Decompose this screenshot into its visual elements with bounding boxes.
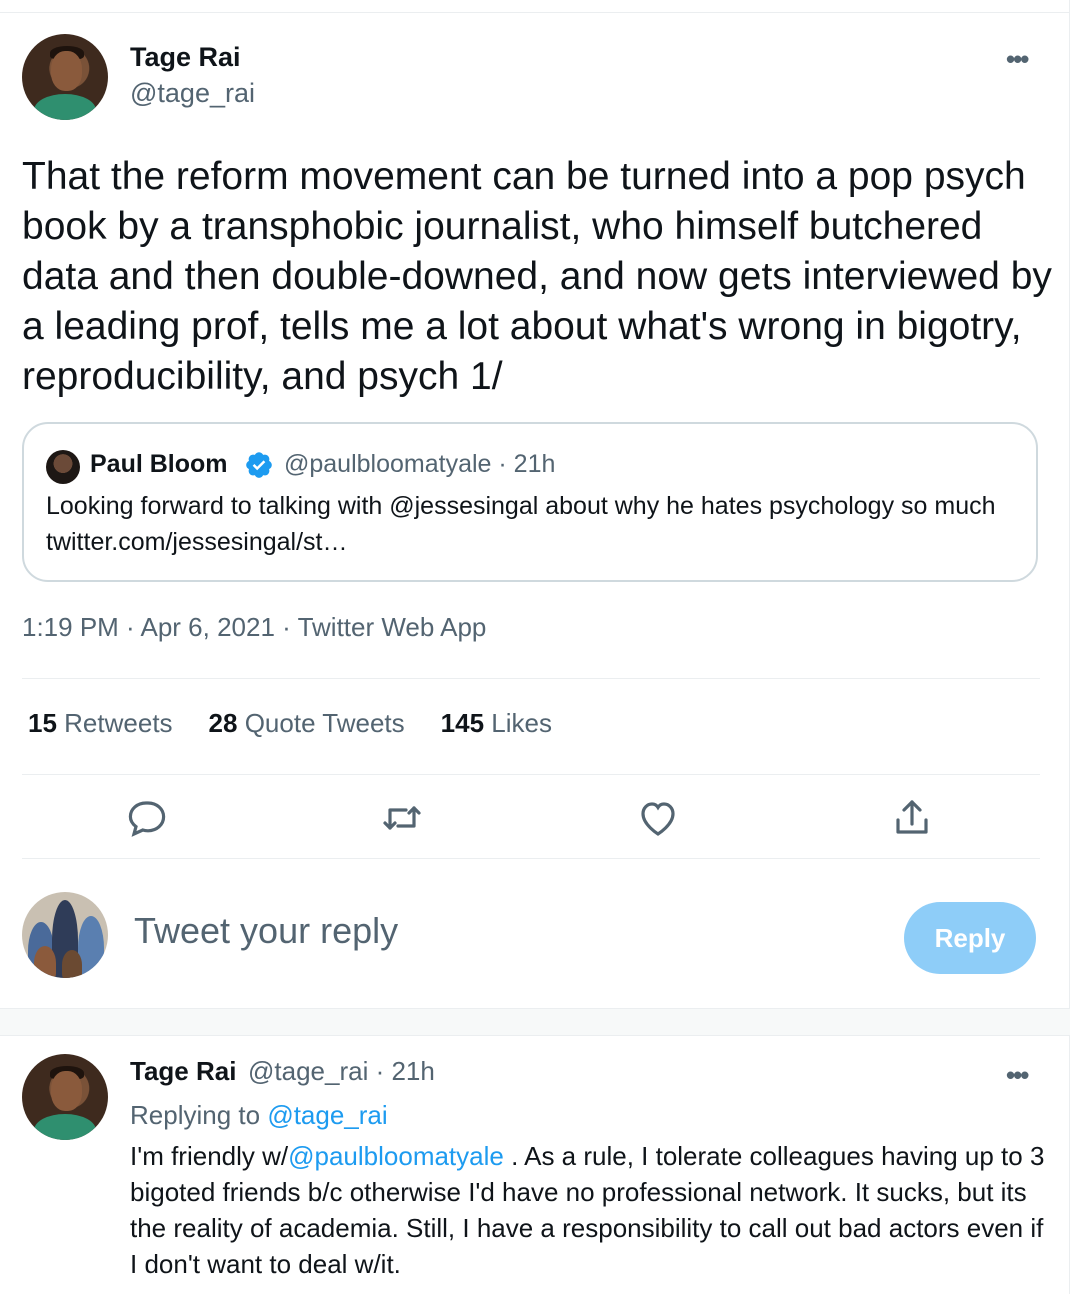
tweet-timestamp[interactable]: 1:19 PM · Apr 6, 2021 · Twitter Web App [22,612,486,643]
author-name[interactable]: Tage Rai [130,42,241,73]
reply-input[interactable]: Tweet your reply [134,910,398,952]
replying-mention-link[interactable]: @tage_rai [267,1100,387,1130]
quoted-author-name: Paul Bloom [90,450,228,478]
retweet-icon[interactable] [378,794,426,842]
stat-count: 145 [440,708,485,738]
share-icon[interactable] [888,794,936,842]
replying-prefix: Replying to [130,1100,261,1130]
reply-author-avatar[interactable] [22,1054,108,1140]
reply-author-meta[interactable]: @tage_rai · 21h [248,1056,435,1087]
section-separator [0,1008,1070,1036]
stat-label: Quote Tweets [244,708,405,738]
reply-button[interactable]: Reply [904,902,1036,974]
stat-label: Retweets [64,708,173,738]
mention-link[interactable]: @paulbloomatyale [288,1141,504,1171]
reply-text-prefix: I'm friendly w/ [130,1141,289,1171]
current-user-avatar[interactable] [22,892,108,978]
reply-icon[interactable] [124,794,172,842]
divider [22,858,1040,859]
quoted-author-meta: @paulbloomatyale · 21h [284,450,556,478]
quoted-author-avatar [46,450,80,484]
replying-to: Replying to @tage_rai [130,1100,388,1131]
heart-icon[interactable] [634,794,682,842]
author-avatar[interactable] [22,34,108,120]
divider [22,774,1040,775]
quoted-tweet-card[interactable]: Paul Bloom @paulbloomatyale · 21h Lookin… [22,422,1038,582]
top-divider [0,12,1070,13]
author-handle[interactable]: @tage_rai [130,78,255,109]
more-icon[interactable]: ••• [1006,1060,1029,1091]
quoted-tweet-text: Looking forward to talking with @jessesi… [46,492,996,556]
verified-badge-icon [246,452,272,478]
reply-author-name[interactable]: Tage Rai [130,1056,236,1087]
more-icon[interactable]: ••• [1006,44,1029,75]
tweet-text: That the reform movement can be turned i… [22,155,1052,398]
quote-tweets-stat[interactable]: 28 Quote Tweets [209,708,405,739]
likes-stat[interactable]: 145 Likes [441,708,552,739]
stat-count: 28 [208,708,238,738]
stat-label: Likes [491,708,552,738]
retweets-stat[interactable]: 15 Retweets [28,708,173,739]
tweet-actions [22,790,1040,846]
divider [22,678,1040,679]
engagement-stats: 15 Retweets 28 Quote Tweets 145 Likes [28,708,552,739]
stat-count: 15 [28,708,57,738]
reply-tweet-text: I'm friendly w/@paulbloomatyale . As a r… [130,1138,1050,1282]
column-border [1069,0,1070,1294]
